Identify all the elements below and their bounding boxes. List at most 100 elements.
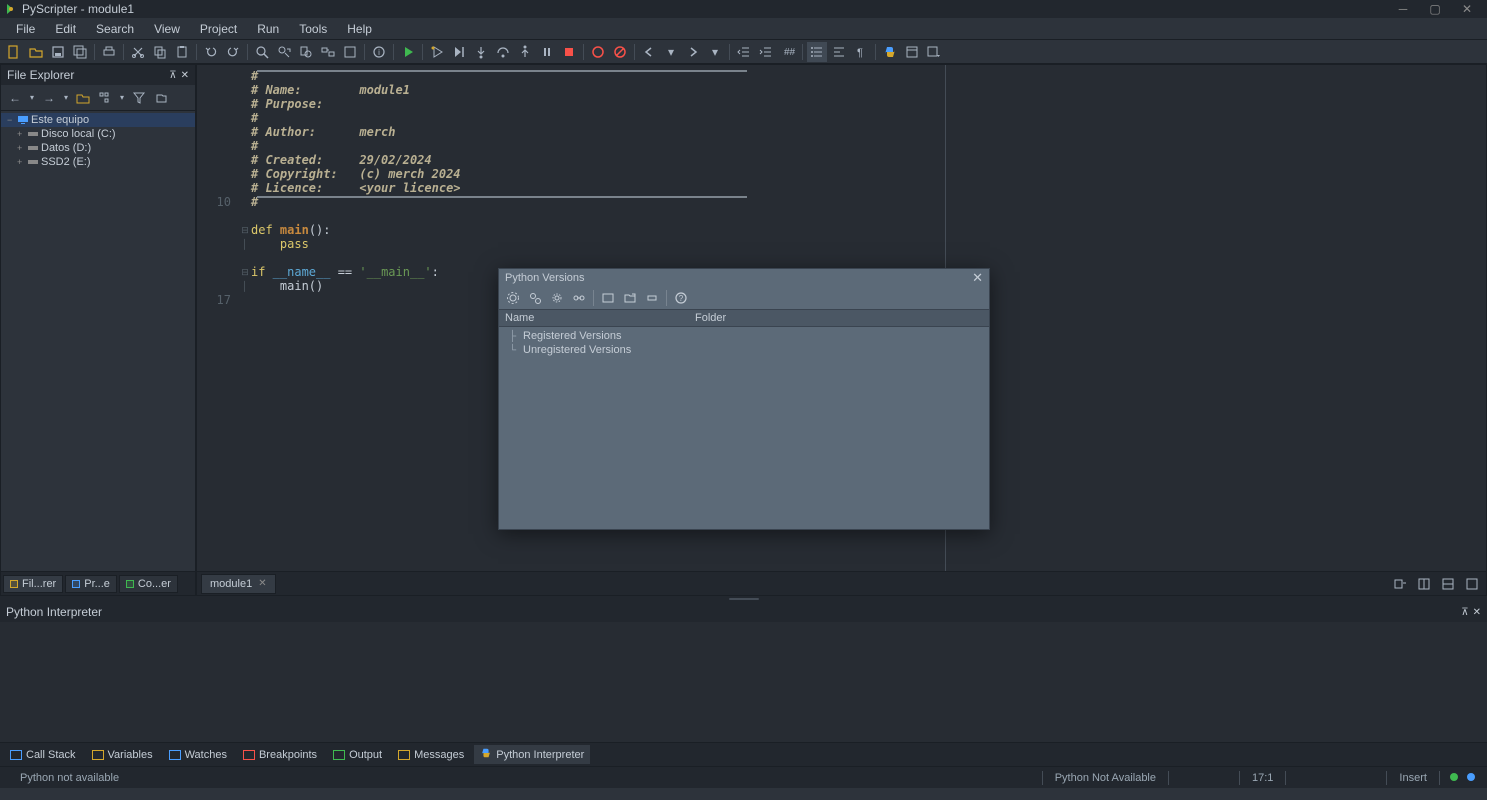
tree-root[interactable]: − Este equipo — [1, 113, 195, 127]
dialog-list[interactable]: ├ Registered Versions └ Unregistered Ver… — [499, 327, 989, 359]
collapse-icon[interactable]: − — [7, 115, 17, 125]
tab-output[interactable]: Output — [327, 747, 388, 763]
layout-icon[interactable] — [902, 42, 922, 62]
stop-icon[interactable] — [559, 42, 579, 62]
whitespace-icon[interactable]: ¶ — [851, 42, 871, 62]
indent-icon[interactable] — [756, 42, 776, 62]
tab-variables[interactable]: Variables — [86, 747, 159, 763]
cut-icon[interactable] — [128, 42, 148, 62]
col-folder[interactable]: Folder — [695, 312, 726, 324]
step-over-icon[interactable] — [493, 42, 513, 62]
python-icon[interactable] — [880, 42, 900, 62]
dialog-close-icon[interactable]: ✕ — [972, 270, 983, 286]
gear-icon[interactable] — [503, 288, 523, 308]
expand-icon[interactable]: + — [17, 143, 27, 153]
word-wrap-icon[interactable] — [829, 42, 849, 62]
open-icon[interactable] — [620, 288, 640, 308]
expand-icon[interactable]: + — [17, 157, 27, 167]
new-window-icon[interactable] — [1462, 574, 1482, 594]
split-v-icon[interactable] — [1438, 574, 1458, 594]
tab-call-stack[interactable]: Call Stack — [4, 747, 82, 763]
tree-item-c[interactable]: + Disco local (C:) — [1, 127, 195, 141]
nav-back-icon[interactable]: ← — [5, 88, 25, 108]
settings-icon[interactable] — [340, 42, 360, 62]
menu-edit[interactable]: Edit — [45, 20, 86, 38]
close-button[interactable]: ✕ — [1459, 2, 1475, 16]
paste-icon[interactable] — [172, 42, 192, 62]
outdent-icon[interactable] — [734, 42, 754, 62]
menu-project[interactable]: Project — [190, 20, 247, 38]
tree-item-e[interactable]: + SSD2 (E:) — [1, 155, 195, 169]
tree-dd-icon[interactable]: ▾ — [117, 88, 127, 108]
tree-icon[interactable] — [95, 88, 115, 108]
menu-run[interactable]: Run — [247, 20, 289, 38]
tab-messages[interactable]: Messages — [392, 747, 470, 763]
step-into-icon[interactable] — [471, 42, 491, 62]
record-icon[interactable] — [588, 42, 608, 62]
undo-icon[interactable] — [201, 42, 221, 62]
editor-tab-module1[interactable]: module1 ✕ — [201, 574, 276, 594]
tab-code-explorer[interactable]: Co...er — [119, 575, 178, 593]
expand-icon[interactable]: + — [17, 129, 27, 139]
nav-fwd-icon[interactable]: → — [39, 88, 59, 108]
maximize-button[interactable]: ▢ — [1427, 2, 1443, 16]
pause-icon[interactable] — [537, 42, 557, 62]
fold-icon[interactable]: ⊟ — [241, 265, 249, 279]
save-all-icon[interactable] — [70, 42, 90, 62]
col-name[interactable]: Name — [505, 312, 695, 324]
search-next-icon[interactable] — [274, 42, 294, 62]
run-to-cursor-icon[interactable] — [449, 42, 469, 62]
gear-small-icon[interactable] — [547, 288, 567, 308]
file-tree[interactable]: − Este equipo + Disco local (C:) + Datos… — [1, 111, 195, 571]
close-tab-icon[interactable]: ✕ — [258, 578, 266, 589]
gears-icon[interactable] — [525, 288, 545, 308]
pin-icon[interactable]: ⊼ — [1461, 607, 1468, 618]
interpreter-body[interactable] — [0, 622, 1487, 742]
tab-file-explorer[interactable]: Fil...rer — [3, 575, 63, 593]
remove-icon[interactable] — [642, 288, 662, 308]
nav-back-dd-icon[interactable]: ▾ — [27, 88, 37, 108]
tab-list-icon[interactable] — [1390, 574, 1410, 594]
link-icon[interactable] — [569, 288, 589, 308]
syntax-check-icon[interactable]: i — [369, 42, 389, 62]
pin-icon[interactable]: ⊼ — [169, 70, 176, 81]
nav-back-icon[interactable] — [639, 42, 659, 62]
menu-search[interactable]: Search — [86, 20, 144, 38]
tab-python-interpreter[interactable]: Python Interpreter — [474, 745, 590, 764]
layout-dropdown-icon[interactable] — [924, 42, 944, 62]
line-numbers-icon[interactable] — [807, 42, 827, 62]
close-panel-icon[interactable]: ✕ — [181, 70, 189, 81]
debug-run-icon[interactable] — [427, 42, 447, 62]
search-icon[interactable] — [252, 42, 272, 62]
save-icon[interactable] — [48, 42, 68, 62]
comment-icon[interactable]: ## — [778, 42, 798, 62]
run-icon[interactable] — [398, 42, 418, 62]
add-icon[interactable] — [598, 288, 618, 308]
nav-forward-dropdown-icon[interactable]: ▾ — [705, 42, 725, 62]
refresh-icon[interactable] — [151, 88, 171, 108]
tree-group-registered[interactable]: ├ Registered Versions — [499, 329, 989, 343]
new-folder-icon[interactable] — [73, 88, 93, 108]
redo-icon[interactable] — [223, 42, 243, 62]
tab-watches[interactable]: Watches — [163, 747, 233, 763]
menu-view[interactable]: View — [144, 20, 190, 38]
clear-breakpoints-icon[interactable] — [610, 42, 630, 62]
tab-project[interactable]: Pr...e — [65, 575, 117, 593]
nav-back-dropdown-icon[interactable]: ▾ — [661, 42, 681, 62]
open-file-icon[interactable] — [26, 42, 46, 62]
minimize-button[interactable]: ─ — [1395, 2, 1411, 16]
menu-tools[interactable]: Tools — [289, 20, 337, 38]
replace-icon[interactable] — [318, 42, 338, 62]
menu-help[interactable]: Help — [337, 20, 382, 38]
nav-fwd-dd-icon[interactable]: ▾ — [61, 88, 71, 108]
search-files-icon[interactable] — [296, 42, 316, 62]
tab-breakpoints[interactable]: Breakpoints — [237, 747, 323, 763]
step-out-icon[interactable] — [515, 42, 535, 62]
tree-item-d[interactable]: + Datos (D:) — [1, 141, 195, 155]
menu-file[interactable]: File — [6, 20, 45, 38]
close-panel-icon[interactable]: ✕ — [1473, 607, 1481, 618]
tree-group-unregistered[interactable]: └ Unregistered Versions — [499, 343, 989, 357]
copy-icon[interactable] — [150, 42, 170, 62]
filter-icon[interactable] — [129, 88, 149, 108]
split-h-icon[interactable] — [1414, 574, 1434, 594]
